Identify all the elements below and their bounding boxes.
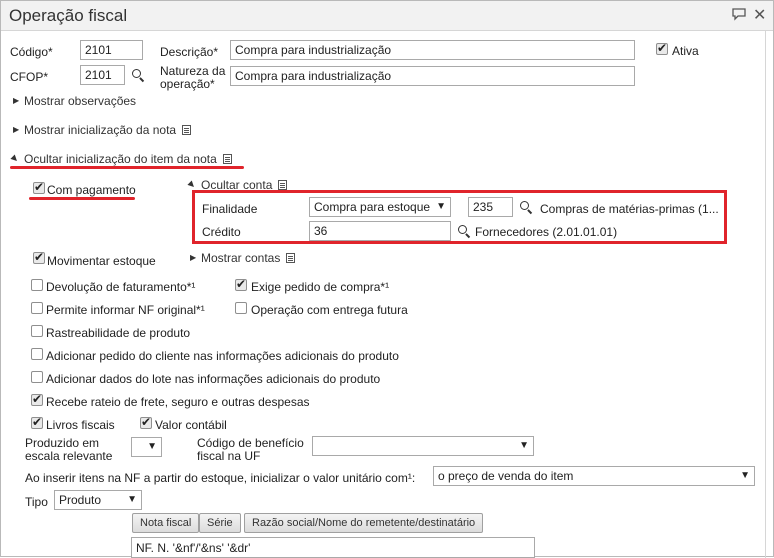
expand-arrow-icon: ▶ bbox=[13, 96, 20, 105]
cfop-label: CFOP* bbox=[10, 70, 49, 84]
entrega-futura-label: Operação com entrega futura bbox=[251, 303, 408, 317]
credito-label: Crédito bbox=[202, 225, 241, 239]
mostrar-contas-text: Mostrar contas bbox=[201, 251, 281, 265]
ocultar-inicializacao-item-link[interactable]: Ocultar inicialização do item da nota bbox=[24, 152, 232, 166]
finalidade-description: Compras de matérias-primas (1... bbox=[540, 202, 719, 216]
collapse-arrow-icon: ▶ bbox=[186, 179, 198, 190]
chevron-down-icon: ▼ bbox=[740, 470, 750, 481]
highlight-underline bbox=[10, 166, 244, 169]
devolucao-label: Devolução de faturamento*¹ bbox=[46, 280, 196, 294]
cfop-search-icon[interactable] bbox=[131, 68, 145, 82]
movimentar-estoque-checkbox[interactable] bbox=[33, 250, 45, 264]
credito-description: Fornecedores (2.01.01.01) bbox=[475, 225, 618, 239]
finalidade-select[interactable]: Compra para estoque ▼ bbox=[309, 197, 451, 217]
finalidade-search-icon[interactable] bbox=[519, 200, 533, 214]
chevron-down-icon: ▼ bbox=[127, 494, 137, 505]
note-icon bbox=[278, 180, 288, 190]
inserir-value: o preço de venda do item bbox=[438, 469, 574, 483]
mostrar-contas-link[interactable]: Mostrar contas bbox=[201, 251, 296, 265]
valor-contabil-label: Valor contábil bbox=[155, 418, 227, 432]
devolucao-checkbox[interactable] bbox=[31, 279, 43, 291]
inserir-select[interactable]: o preço de venda do item ▼ bbox=[433, 466, 755, 486]
adicionar-lote-label: Adicionar dados do lote nas informações … bbox=[46, 372, 381, 386]
natureza-label-2: operação* bbox=[160, 77, 215, 91]
descricao-input[interactable]: Compra para industrialização bbox=[230, 40, 635, 60]
cfop-input[interactable]: 2101 bbox=[80, 65, 125, 85]
expand-arrow-icon: ▶ bbox=[190, 253, 197, 262]
finalidade-code-input[interactable]: 235 bbox=[468, 197, 513, 217]
razao-social-button[interactable]: Razão social/Nome do remetente/destinatá… bbox=[244, 513, 484, 533]
produzido-select[interactable]: ▼ bbox=[131, 437, 162, 457]
rastreabilidade-checkbox[interactable] bbox=[31, 325, 43, 337]
valor-contabil-checkbox[interactable] bbox=[140, 415, 152, 429]
collapse-arrow-icon: ▶ bbox=[9, 153, 21, 164]
recebe-rateio-label: Recebe rateio de frete, seguro e outras … bbox=[46, 395, 310, 409]
tipo-value: Produto bbox=[59, 493, 102, 507]
entrega-futura-checkbox[interactable] bbox=[235, 302, 247, 314]
produzido-label-2: escala relevante bbox=[25, 449, 113, 463]
ativa-label: Ativa bbox=[672, 44, 699, 58]
exige-pedido-checkbox[interactable] bbox=[235, 277, 247, 291]
comment-icon[interactable] bbox=[731, 7, 747, 25]
exige-pedido-label: Exige pedido de compra*¹ bbox=[251, 280, 390, 294]
adicionar-pedido-label: Adicionar pedido do cliente nas informaç… bbox=[46, 349, 399, 363]
credito-input[interactable]: 36 bbox=[309, 221, 451, 241]
highlight-underline bbox=[29, 197, 135, 200]
window-title: Operação fiscal bbox=[9, 6, 128, 25]
chevron-down-icon: ▼ bbox=[147, 441, 157, 452]
chevron-down-icon: ▼ bbox=[519, 440, 529, 451]
observacao-textarea[interactable]: NF. N. '&nf'/'&ns' '&dr' bbox=[131, 537, 535, 558]
ocultar-inicializacao-item-text: Ocultar inicialização do item da nota bbox=[24, 152, 217, 166]
scrollbar-track[interactable] bbox=[765, 31, 766, 558]
codigo-beneficio-select[interactable]: ▼ bbox=[312, 436, 534, 456]
finalidade-value: Compra para estoque bbox=[314, 200, 431, 214]
adicionar-pedido-checkbox[interactable] bbox=[31, 348, 43, 360]
operacao-fiscal-window: Operação fiscal ✕ Código* 2101 Descrição… bbox=[0, 0, 774, 558]
serie-button[interactable]: Série bbox=[199, 513, 241, 533]
livros-fiscais-label: Livros fiscais bbox=[46, 418, 115, 432]
permite-nf-checkbox[interactable] bbox=[31, 302, 43, 314]
movimentar-estoque-label: Movimentar estoque bbox=[47, 254, 156, 268]
mostrar-observacoes-link[interactable]: Mostrar observações bbox=[24, 94, 136, 108]
note-icon bbox=[286, 253, 296, 263]
com-pagamento-checkbox[interactable] bbox=[33, 180, 45, 194]
descricao-label: Descrição* bbox=[160, 45, 219, 59]
mostrar-inicializacao-nota-link[interactable]: Mostrar inicialização da nota bbox=[24, 123, 192, 137]
inserir-label: Ao inserir itens na NF a partir do estoq… bbox=[25, 471, 416, 485]
credito-search-icon[interactable] bbox=[457, 224, 471, 238]
codigo-input[interactable]: 2101 bbox=[80, 40, 143, 60]
permite-nf-label: Permite informar NF original*¹ bbox=[46, 303, 205, 317]
expand-arrow-icon: ▶ bbox=[13, 125, 20, 134]
tipo-label: Tipo bbox=[25, 495, 48, 509]
nota-fiscal-button[interactable]: Nota fiscal bbox=[132, 513, 200, 533]
title-bar: Operação fiscal ✕ bbox=[1, 1, 773, 31]
codigo-label: Código* bbox=[10, 45, 53, 59]
livros-fiscais-checkbox[interactable] bbox=[31, 415, 43, 429]
close-icon[interactable]: ✕ bbox=[753, 5, 766, 25]
mostrar-inicializacao-nota-text: Mostrar inicialização da nota bbox=[24, 123, 177, 137]
ativa-checkbox[interactable] bbox=[656, 41, 668, 55]
tipo-select[interactable]: Produto ▼ bbox=[54, 490, 142, 510]
rastreabilidade-label: Rastreabilidade de produto bbox=[46, 326, 191, 340]
recebe-rateio-checkbox[interactable] bbox=[31, 392, 43, 406]
note-icon bbox=[222, 154, 232, 164]
codigo-beneficio-label-2: fiscal na UF bbox=[197, 449, 261, 463]
natureza-input[interactable]: Compra para industrialização bbox=[230, 66, 635, 86]
chevron-down-icon: ▼ bbox=[436, 201, 446, 212]
adicionar-lote-checkbox[interactable] bbox=[31, 371, 43, 383]
note-icon bbox=[182, 125, 192, 135]
finalidade-label: Finalidade bbox=[202, 202, 258, 216]
com-pagamento-label: Com pagamento bbox=[47, 183, 136, 197]
